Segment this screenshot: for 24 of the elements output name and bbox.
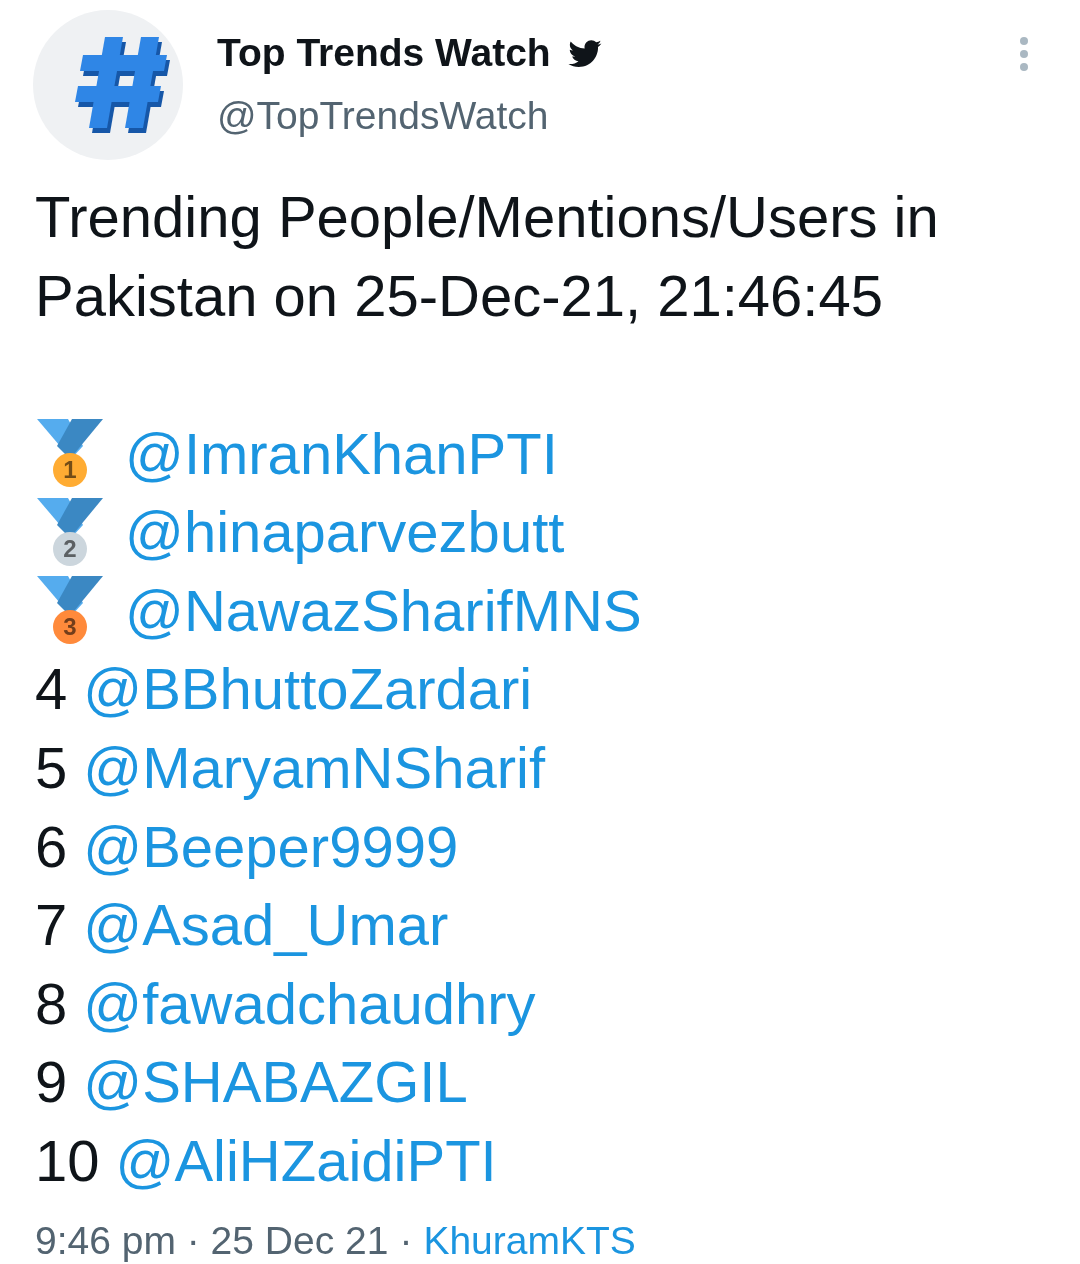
- mention-link[interactable]: @MaryamNSharif: [83, 733, 545, 801]
- mention-link[interactable]: @BBhuttoZardari: [83, 655, 533, 723]
- rank-number: 8: [35, 969, 68, 1037]
- rank-number: 10: [35, 1126, 100, 1194]
- rank-number: 6: [35, 812, 68, 880]
- tweet-timestamp[interactable]: 9:46 pm · 25 Dec 21: [35, 1218, 389, 1263]
- rank-number: 5: [35, 733, 68, 801]
- mention-link[interactable]: @fawadchaudhry: [83, 969, 536, 1037]
- source-link[interactable]: KhuramKTS: [423, 1218, 636, 1263]
- hash-avatar-icon[interactable]: [33, 10, 183, 160]
- tweet-text: Trending People/Mentions/Users in Pakistan on 25-Dec-21, 21:46:45: [35, 183, 940, 330]
- mention-link[interactable]: @hinaparvezbutt: [125, 498, 565, 566]
- display-name[interactable]: Top Trends Watch: [217, 30, 551, 76]
- mention-link[interactable]: @SHABAZGIL: [83, 1048, 468, 1116]
- rank-number: 4: [35, 655, 68, 723]
- rank-number: 7: [35, 891, 68, 959]
- mention-link[interactable]: @AliHZaidiPTI: [115, 1126, 497, 1194]
- mention-link[interactable]: @Beeper9999: [83, 812, 459, 880]
- mention-link[interactable]: @ImranKhanPTI: [125, 419, 558, 487]
- rank-number: 9: [35, 1048, 68, 1116]
- username[interactable]: @TopTrendsWatch: [217, 93, 602, 139]
- mention-link[interactable]: @NawazSharifMNS: [125, 576, 642, 644]
- mention-link[interactable]: @Asad_Umar: [83, 891, 449, 959]
- separator: ·: [399, 1218, 413, 1263]
